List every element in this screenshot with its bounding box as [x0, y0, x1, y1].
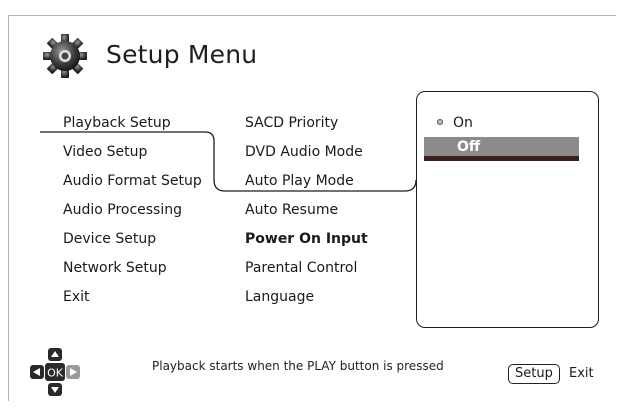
menu-item-audio-format-setup[interactable]: Audio Format Setup [63, 173, 202, 189]
menu-item-device-setup[interactable]: Device Setup [63, 231, 156, 247]
menu-item-network-setup[interactable]: Network Setup [63, 260, 167, 276]
highlight-underline [424, 156, 579, 161]
menu-item-playback-setup[interactable]: Playback Setup [63, 115, 171, 131]
submenu-item-power-on-input[interactable]: Power On Input [245, 231, 368, 247]
menu-item-exit[interactable]: Exit [63, 289, 90, 305]
option-on-label: On [453, 115, 473, 131]
submenu-item-dvd-audio-mode[interactable]: DVD Audio Mode [245, 144, 363, 160]
submenu-item-language[interactable]: Language [245, 289, 314, 305]
menu-item-audio-processing[interactable]: Audio Processing [63, 202, 182, 218]
option-off[interactable]: Off [424, 137, 579, 161]
help-hint: Playback starts when the PLAY button is … [152, 359, 444, 373]
submenu-item-auto-resume[interactable]: Auto Resume [245, 202, 338, 218]
dpad-ok-label: OK [47, 367, 64, 380]
setup-button[interactable]: Setup [508, 364, 560, 384]
options-panel: On Off [416, 91, 599, 328]
menu-item-video-setup[interactable]: Video Setup [63, 144, 147, 160]
option-off-label: Off [457, 139, 481, 155]
page-title: Setup Menu [106, 40, 258, 69]
dpad-icon: OK [30, 348, 80, 396]
exit-label: Exit [569, 366, 594, 381]
selected-radio-icon [437, 119, 443, 125]
submenu-item-sacd-priority[interactable]: SACD Priority [245, 115, 338, 131]
submenu-item-parental-control[interactable]: Parental Control [245, 260, 357, 276]
submenu-item-auto-play-mode[interactable]: Auto Play Mode [245, 173, 354, 189]
option-on[interactable]: On [437, 115, 473, 131]
gear-icon [43, 34, 87, 78]
